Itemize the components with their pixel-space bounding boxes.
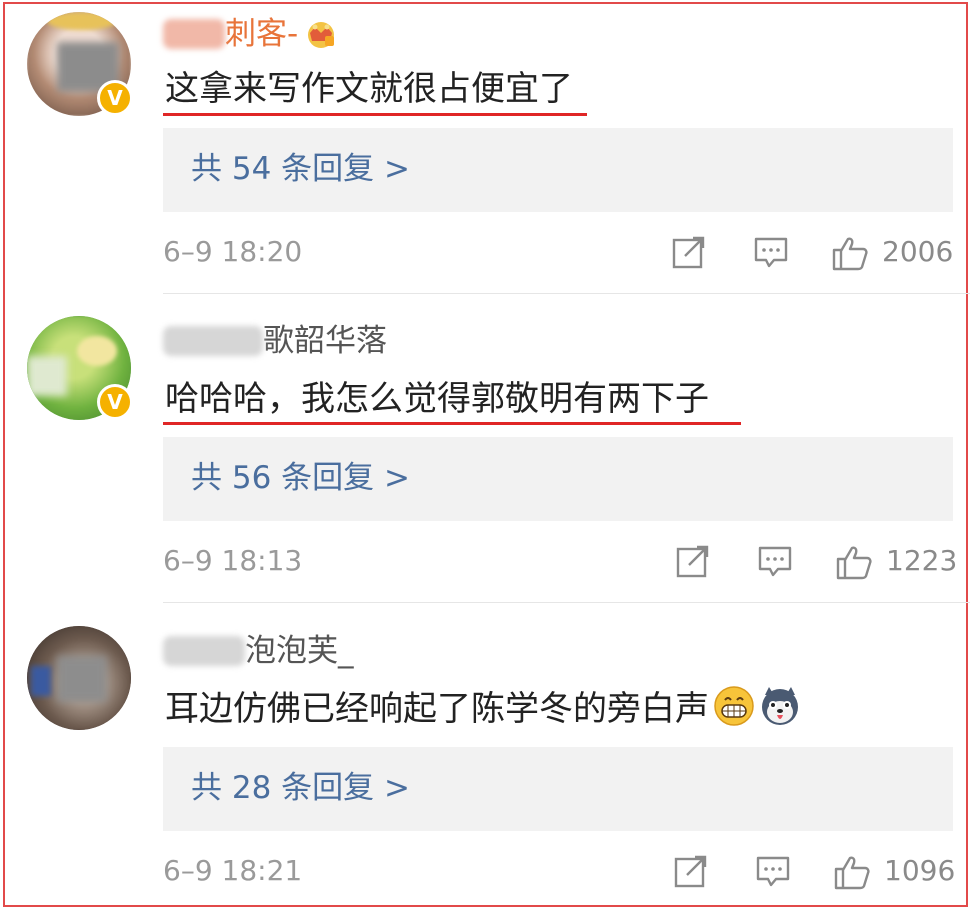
like-icon[interactable] [835,543,872,580]
username[interactable]: 歌韶华落 [263,321,387,361]
crown-icon [304,19,338,49]
husky-emoji-icon [759,685,801,727]
comment-text-content: 耳边仿佛已经响起了陈学冬的旁白声 [165,689,709,729]
comment-divider [163,293,970,294]
username-row: 刺客- [163,14,338,54]
grin-emoji-icon [713,685,755,727]
comment-divider [163,602,970,603]
timestamp: 6–9 18:13 [163,544,303,577]
username[interactable]: 刺客- [225,14,298,54]
username-row: 泡泡芙_ [163,631,354,671]
highlight-underline [163,113,587,116]
like-count: 1096 [884,854,956,887]
avatar[interactable] [27,626,131,730]
username[interactable]: 泡泡芙_ [245,631,354,671]
comment-meta-row: 6–9 18:20 2006 [163,232,953,272]
verified-badge-icon: V [97,80,133,116]
timestamp: 6–9 18:21 [163,854,303,887]
timestamp: 6–9 18:20 [163,235,303,268]
redacted-name [163,636,245,666]
comment-list-frame: V 刺客- 这拿来写作文就很占便宜了 共 54 条回复 > 6–9 18:20 [3,2,970,907]
reply-box[interactable]: 共 28 条回复 > [163,747,953,831]
comment-meta-row: 6–9 18:21 1096 [163,851,956,891]
redacted-name [163,326,263,356]
comment-meta-row: 6–9 18:13 1223 [163,541,957,581]
highlight-underline [163,422,741,425]
reply-box[interactable]: 共 56 条回复 > [163,437,953,521]
share-icon[interactable] [673,853,709,889]
comment-text: 耳边仿佛已经响起了陈学冬的旁白声 [165,685,801,732]
reply-count-link[interactable]: 共 54 条回复 > [191,146,410,192]
reply-count-link[interactable]: 共 28 条回复 > [191,765,410,811]
redacted-name [163,19,225,49]
like-count: 2006 [882,235,954,268]
like-icon[interactable] [833,853,870,890]
username-row: 歌韶华落 [163,321,387,361]
reply-box[interactable]: 共 54 条回复 > [163,128,953,212]
comment-icon[interactable] [753,234,789,270]
comment-icon[interactable] [755,853,791,889]
reply-count-link[interactable]: 共 56 条回复 > [191,455,410,501]
verified-badge-icon: V [97,384,133,420]
share-icon[interactable] [675,543,711,579]
comment-icon[interactable] [757,543,793,579]
like-icon[interactable] [831,234,868,271]
comment-text: 哈哈哈，我怎么觉得郭敬明有两下子 [165,379,709,419]
comment-text: 这拿来写作文就很占便宜了 [165,69,573,109]
share-icon[interactable] [671,234,707,270]
like-count: 1223 [886,544,958,577]
